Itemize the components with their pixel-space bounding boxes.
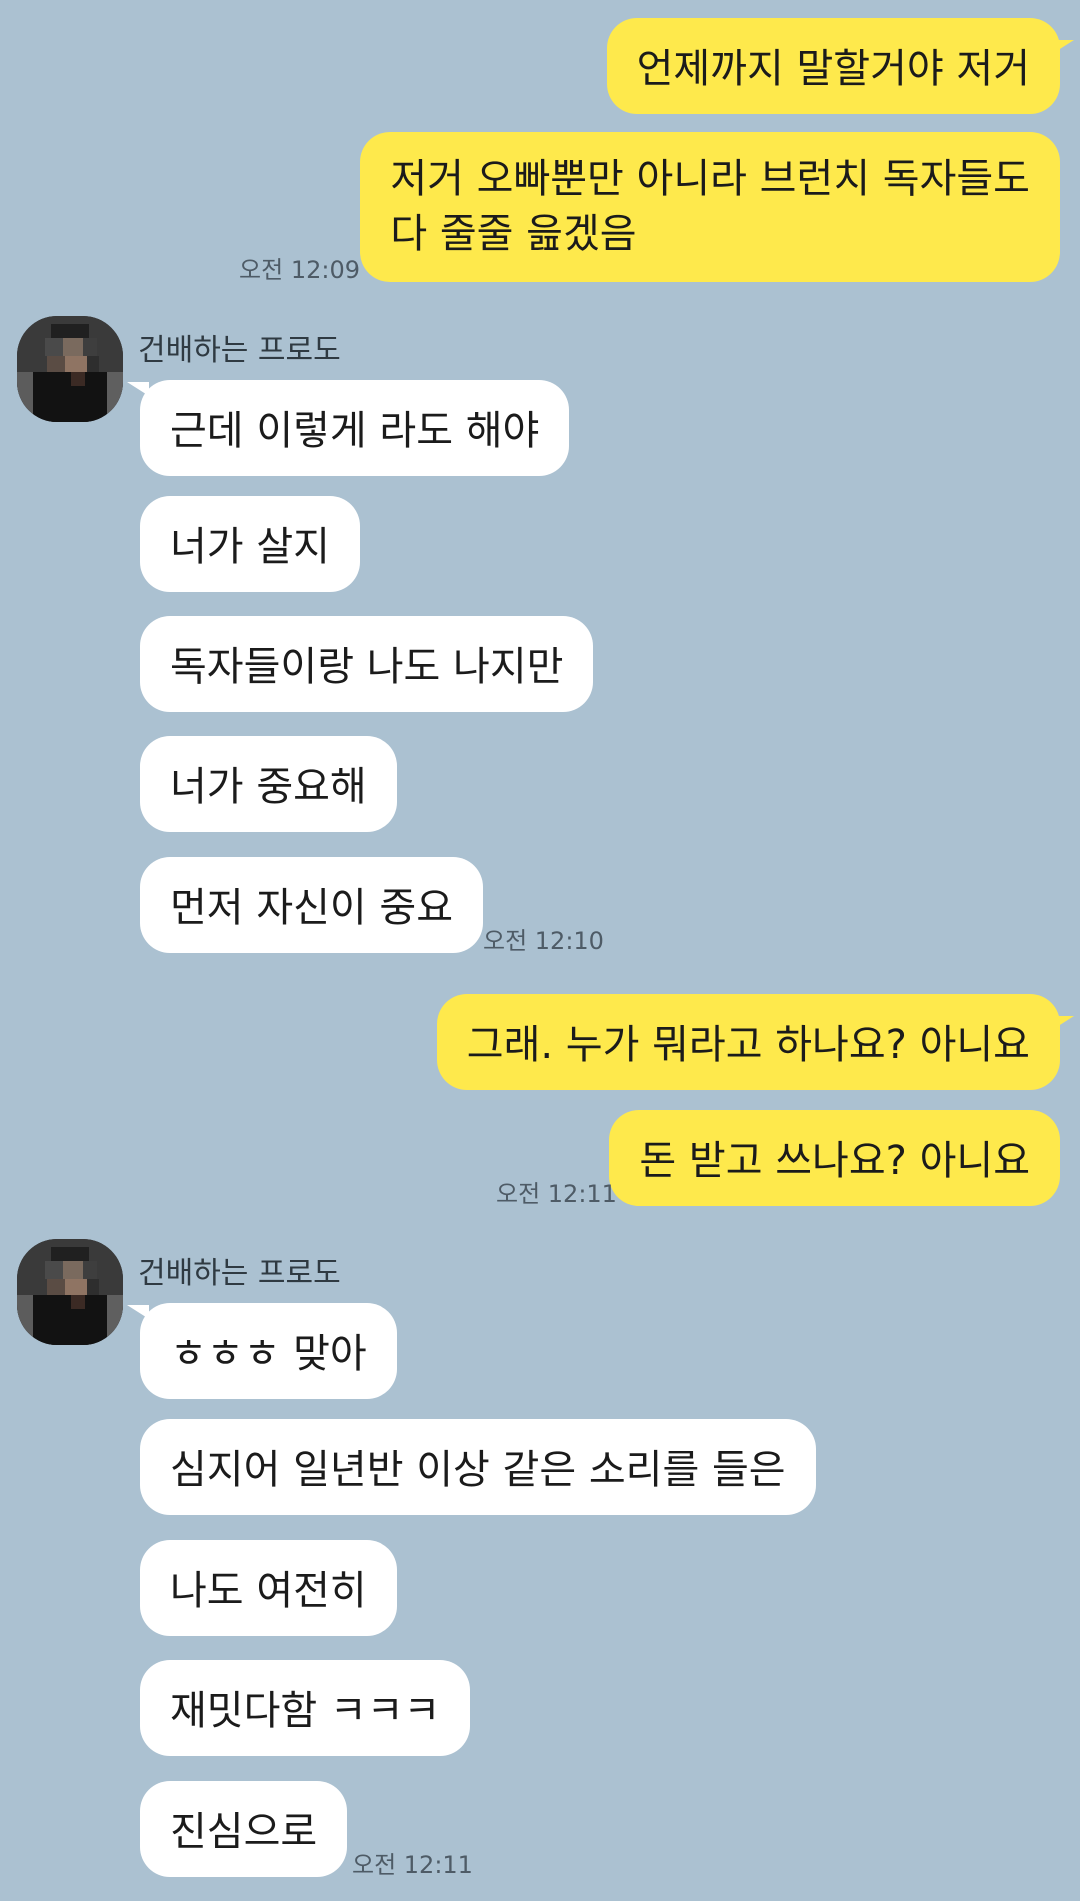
message-text: 돈 받고 쓰나요? 아니요 bbox=[639, 1138, 1030, 1184]
incoming-message[interactable]: 재밋다함 ㅋㅋㅋ bbox=[140, 1660, 471, 1756]
message-text: 그래. 누가 뭐라고 하나요? 아니요 bbox=[466, 1022, 1030, 1068]
incoming-message[interactable]: 독자들이랑 나도 나지만 bbox=[140, 616, 594, 712]
message-text: 다 줄줄 읊겠음 bbox=[390, 211, 637, 257]
bubble-tail bbox=[1052, 40, 1074, 54]
message-text: 너가 중요해 bbox=[170, 764, 367, 810]
message-text: 너가 살지 bbox=[170, 524, 330, 570]
message-text: 언제까지 말할거야 저거 bbox=[636, 46, 1030, 92]
outgoing-message[interactable]: 저거 오빠뿐만 아니라 브런치 독자들도 다 줄줄 읊겠음 bbox=[360, 132, 1060, 282]
message-text: 저거 오빠뿐만 아니라 브런치 독자들도 bbox=[390, 156, 1030, 202]
message-text: ㅎㅎㅎ 맞아 bbox=[170, 1331, 367, 1377]
message-timestamp: 오전 12:09 bbox=[239, 256, 360, 284]
incoming-message[interactable]: 근데 이렇게 라도 해야 bbox=[140, 380, 570, 476]
sender-name: 건배하는 프로도 bbox=[138, 333, 341, 368]
message-text: 독자들이랑 나도 나지만 bbox=[170, 644, 564, 690]
outgoing-message[interactable]: 돈 받고 쓰나요? 아니요 bbox=[609, 1110, 1060, 1206]
incoming-message[interactable]: 너가 살지 bbox=[140, 496, 360, 592]
message-text: 나도 여전히 bbox=[170, 1568, 367, 1614]
message-timestamp: 오전 12:11 bbox=[352, 1851, 473, 1879]
bubble-tail bbox=[1052, 1016, 1074, 1030]
message-timestamp: 오전 12:10 bbox=[483, 927, 604, 955]
incoming-message[interactable]: ㅎㅎㅎ 맞아 bbox=[140, 1303, 397, 1399]
message-timestamp: 오전 12:11 bbox=[496, 1180, 617, 1208]
outgoing-message[interactable]: 그래. 누가 뭐라고 하나요? 아니요 bbox=[436, 994, 1060, 1090]
message-text: 재밋다함 ㅋㅋㅋ bbox=[170, 1688, 441, 1734]
message-text: 근데 이렇게 라도 해야 bbox=[170, 408, 540, 454]
incoming-message[interactable]: 나도 여전히 bbox=[140, 1540, 397, 1636]
avatar[interactable] bbox=[17, 1239, 123, 1345]
incoming-message[interactable]: 먼저 자신이 중요 bbox=[140, 857, 484, 953]
message-text: 진심으로 bbox=[170, 1809, 318, 1855]
sender-name: 건배하는 프로도 bbox=[138, 1256, 341, 1291]
person-avatar-icon bbox=[17, 316, 123, 422]
outgoing-message[interactable]: 언제까지 말할거야 저거 bbox=[606, 18, 1060, 114]
message-text: 심지어 일년반 이상 같은 소리를 들은 bbox=[170, 1447, 786, 1493]
incoming-message[interactable]: 너가 중요해 bbox=[140, 736, 397, 832]
chat-area[interactable]: 언제까지 말할거야 저거 저거 오빠뿐만 아니라 브런치 독자들도 다 줄줄 읊… bbox=[0, 0, 1080, 1901]
person-avatar-icon bbox=[17, 1239, 123, 1345]
message-text: 먼저 자신이 중요 bbox=[170, 885, 454, 931]
incoming-message[interactable]: 심지어 일년반 이상 같은 소리를 들은 bbox=[140, 1419, 816, 1515]
avatar[interactable] bbox=[17, 316, 123, 422]
incoming-message[interactable]: 진심으로 bbox=[140, 1781, 348, 1877]
